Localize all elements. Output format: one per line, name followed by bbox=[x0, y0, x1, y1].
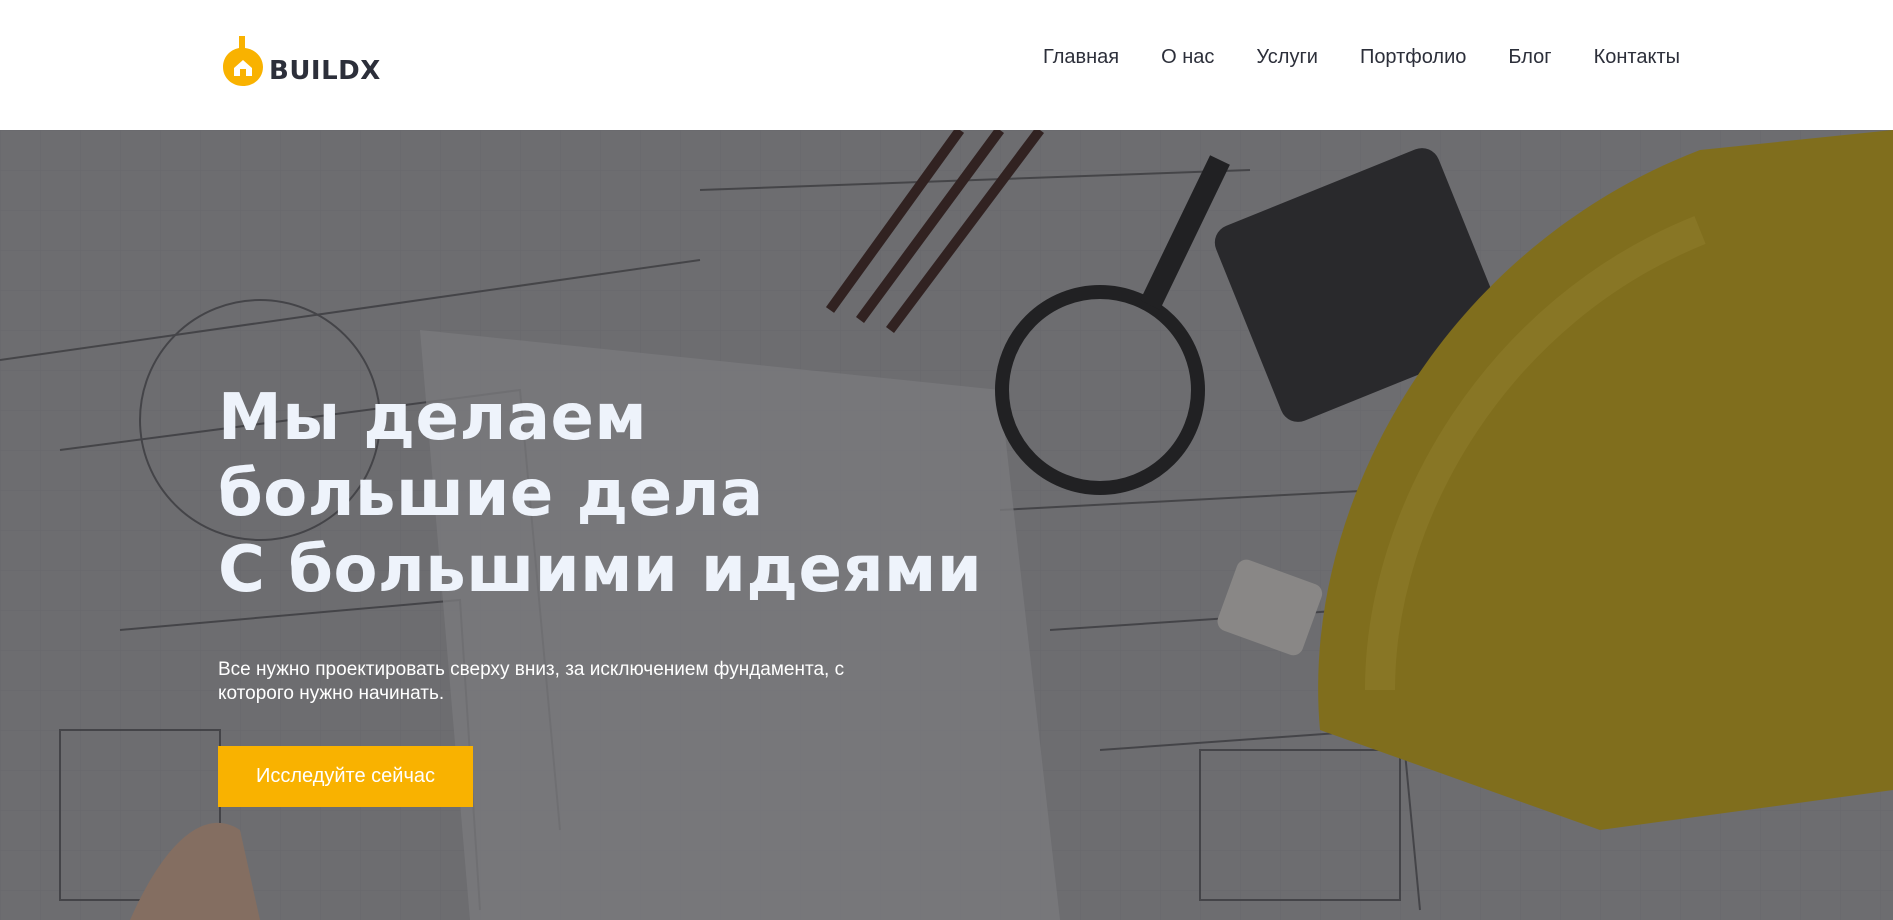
explore-now-button[interactable]: Исследуйте сейчас bbox=[218, 746, 473, 807]
hero-title-line: большие дела bbox=[218, 457, 764, 531]
hero-content: Мы делаем большие дела С большими идеями… bbox=[218, 380, 983, 807]
brand-name: BUILDX bbox=[269, 56, 381, 86]
hero-title-line: С большими идеями bbox=[218, 533, 983, 607]
hero-subtitle: Все нужно проектировать сверху вниз, за … bbox=[218, 659, 845, 704]
hero-section: Мы делаем большие дела С большими идеями… bbox=[0, 130, 1893, 920]
house-logo-icon bbox=[217, 34, 273, 90]
nav-item-services[interactable]: Услуги bbox=[1256, 46, 1318, 69]
hero-title: Мы делаем большие дела С большими идеями bbox=[218, 380, 983, 608]
nav-item-home[interactable]: Главная bbox=[1043, 46, 1119, 69]
main-nav: Главная О нас Услуги Портфолио Блог Конт… bbox=[1043, 46, 1680, 69]
logo[interactable]: BUILDX bbox=[217, 30, 381, 90]
nav-item-about[interactable]: О нас bbox=[1161, 46, 1214, 69]
hero-title-line: Мы делаем bbox=[218, 381, 648, 455]
nav-item-contacts[interactable]: Контакты bbox=[1594, 46, 1680, 69]
nav-item-portfolio[interactable]: Портфолио bbox=[1360, 46, 1466, 69]
site-header: BUILDX Главная О нас Услуги Портфолио Бл… bbox=[0, 0, 1893, 130]
nav-item-blog[interactable]: Блог bbox=[1508, 46, 1551, 69]
